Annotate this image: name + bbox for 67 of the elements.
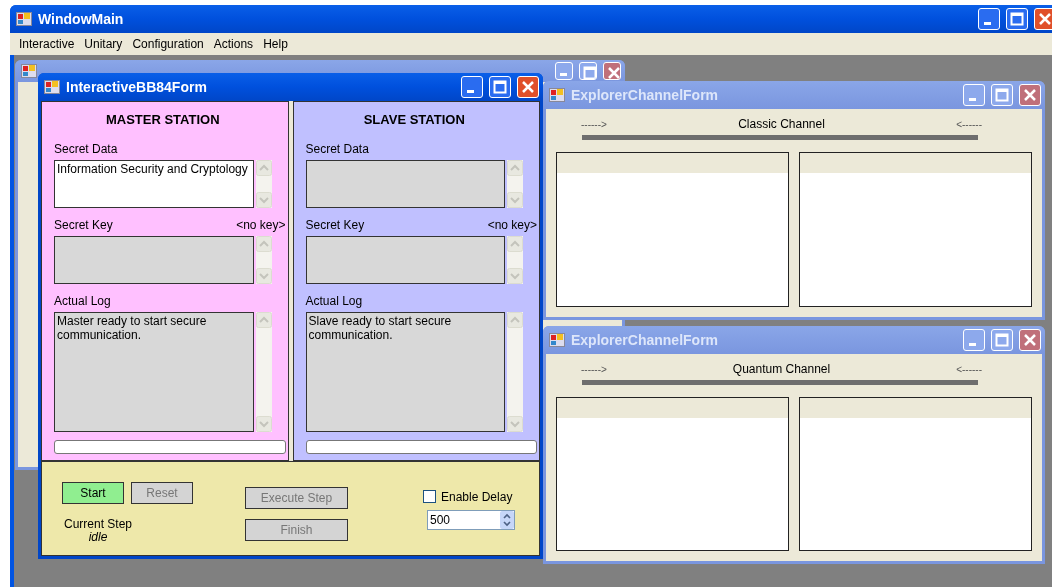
field-label: Actual Log — [305, 292, 364, 310]
key-status: <no key> — [487, 216, 537, 234]
field-label: Actual Log — [54, 292, 112, 310]
scrollbar — [507, 235, 523, 284]
minimize-icon — [969, 343, 976, 346]
field-label: Secret Key — [305, 216, 365, 234]
scrollbar — [507, 159, 523, 208]
menu-item[interactable]: Interactive — [14, 35, 80, 53]
minimize-button[interactable] — [461, 76, 483, 98]
menu-item[interactable]: Unitary — [79, 35, 128, 53]
minimize-icon — [969, 98, 976, 101]
minimize-button[interactable] — [963, 84, 985, 106]
enable-delay-checkbox[interactable] — [423, 490, 436, 503]
window-title: WindowMain — [38, 9, 125, 29]
field-label: Secret Data — [305, 140, 370, 158]
maximize-button[interactable] — [991, 329, 1013, 351]
menu-item[interactable]: Configuration — [127, 35, 209, 53]
current-step-label: Current Step — [63, 517, 133, 531]
field-label: Secret Key — [54, 216, 113, 234]
window-title: InteractiveBB84Form — [66, 77, 208, 97]
app-icon — [549, 87, 565, 103]
maximize-button[interactable] — [1006, 8, 1028, 30]
station-heading: MASTER STATION — [104, 111, 221, 129]
close-button[interactable] — [517, 76, 539, 98]
minimize-icon — [467, 90, 474, 93]
checkbox-label: Enable Delay — [441, 488, 513, 506]
spinner-value: 500 — [430, 511, 452, 529]
log-field: Master ready to start secure communication. — [54, 311, 254, 432]
minimize-button[interactable] — [963, 329, 985, 351]
menu-item[interactable]: Help — [258, 35, 293, 53]
field-label: Secret Data — [54, 140, 119, 158]
window-title: ExplorerChannelForm — [571, 330, 720, 350]
minimize-button[interactable] — [555, 62, 573, 80]
spinner-arrows-icon[interactable] — [500, 510, 514, 529]
secret-key-field[interactable] — [54, 235, 254, 284]
log-field: Slave ready to start secure communication. — [305, 311, 505, 432]
close-button[interactable] — [1019, 329, 1041, 351]
key-status: <no key> — [236, 216, 286, 234]
menu-item[interactable]: Actions — [208, 35, 259, 53]
close-button[interactable] — [603, 62, 621, 80]
close-button[interactable] — [1034, 8, 1052, 30]
minimize-icon — [984, 22, 991, 25]
right-arrow-label: <------ — [956, 117, 982, 132]
current-step-value: idle — [87, 530, 108, 544]
app-icon — [16, 11, 32, 27]
app-icon — [21, 63, 37, 79]
minimize-icon — [560, 73, 567, 76]
channel-label: Quantum Channel — [732, 361, 831, 378]
app-icon — [44, 79, 60, 95]
station-heading: SLAVE STATION — [362, 111, 466, 129]
close-button[interactable] — [1019, 84, 1041, 106]
minimize-button[interactable] — [978, 8, 1000, 30]
right-arrow-label: <------ — [956, 362, 982, 377]
maximize-button[interactable] — [991, 84, 1013, 106]
maximize-button[interactable] — [489, 76, 511, 98]
window-title: ExplorerChannelForm — [571, 85, 720, 105]
step-button[interactable]: Start — [62, 481, 124, 504]
secret-data-field[interactable]: Information Security and Cryptology — [54, 159, 254, 208]
channel-label: Classic Channel — [738, 116, 825, 133]
scrollbar — [255, 235, 272, 284]
maximize-button[interactable] — [579, 62, 597, 80]
left-arrow-label: ------> — [581, 117, 607, 132]
secret-key-field[interactable] — [305, 235, 505, 284]
app-icon — [549, 332, 565, 348]
scrollbar — [255, 159, 272, 208]
delay-spinner[interactable]: 500 — [427, 509, 515, 530]
left-arrow-label: ------> — [581, 362, 607, 377]
